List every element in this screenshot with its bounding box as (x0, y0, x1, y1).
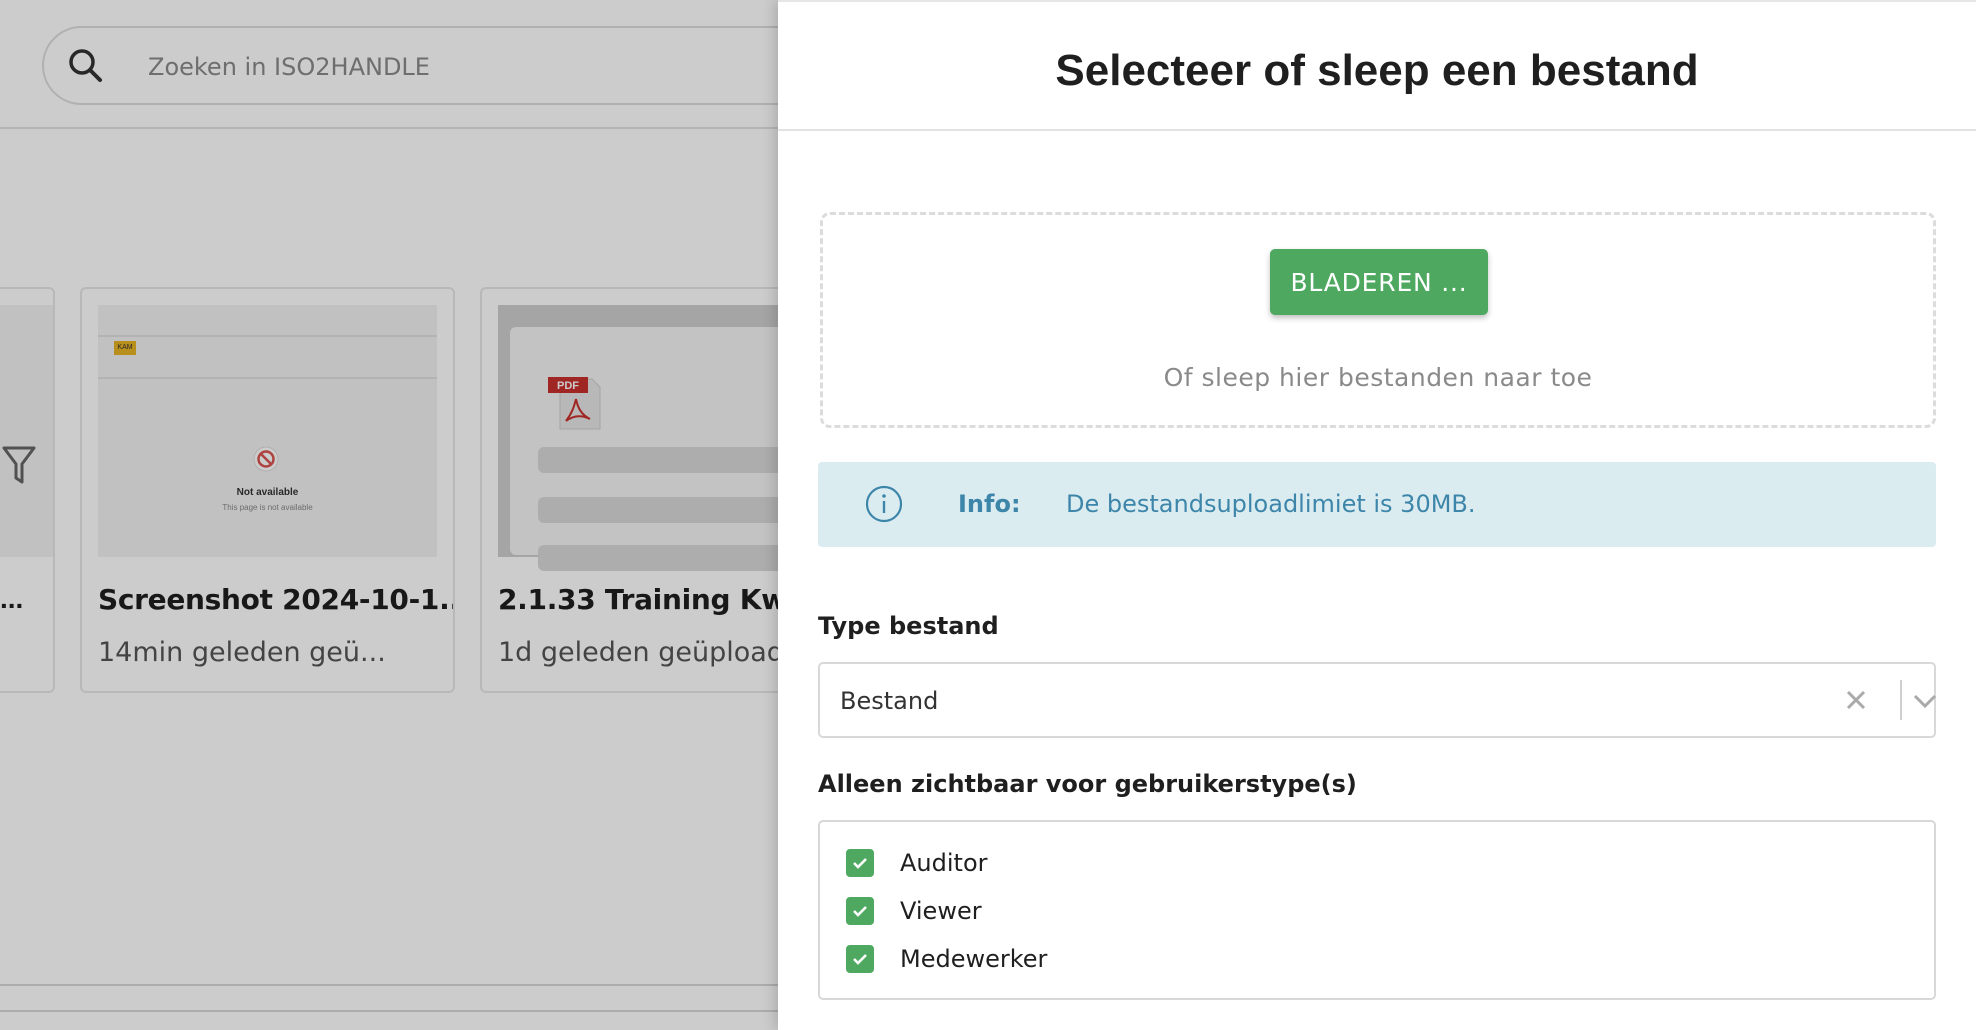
info-text: De bestandsuploadlimiet is 30MB. (1066, 490, 1476, 518)
info-label: Info: (958, 490, 1021, 518)
panel-header: Selecteer of sleep een bestand (778, 0, 1976, 131)
checkbox-checked[interactable] (846, 849, 874, 877)
checkbox-auditor[interactable]: Auditor (846, 848, 988, 878)
user-type-checkboxes: Auditor Viewer Medewerker (818, 820, 1936, 1000)
drop-hint: Of sleep hier bestanden naar toe (1163, 363, 1593, 392)
clear-icon[interactable] (1844, 688, 1868, 712)
check-icon (853, 858, 867, 869)
checkbox-label: Auditor (900, 849, 988, 877)
chevron-down-icon[interactable] (1912, 692, 1938, 710)
checkbox-medewerker[interactable]: Medewerker (846, 944, 1047, 974)
visibility-field-label: Alleen zichtbaar voor gebruikerstype(s) (818, 770, 1357, 798)
upload-panel: Selecteer of sleep een bestand BLADEREN … (778, 0, 1976, 1030)
checkbox-label: Medewerker (900, 945, 1048, 973)
type-select-value: Bestand (840, 687, 939, 715)
checkbox-viewer[interactable]: Viewer (846, 896, 982, 926)
check-icon (853, 954, 867, 965)
checkbox-checked[interactable] (846, 897, 874, 925)
info-alert: Info: De bestandsuploadlimiet is 30MB. (818, 462, 1936, 547)
type-field-label: Type bestand (818, 612, 999, 640)
checkbox-label: Viewer (900, 897, 982, 925)
info-icon (865, 485, 903, 523)
checkbox-checked[interactable] (846, 945, 874, 973)
modal-backdrop[interactable] (0, 0, 780, 1030)
type-select[interactable]: Bestand (818, 662, 1938, 738)
browse-button[interactable]: BLADEREN ... (1270, 249, 1488, 315)
select-separator (1900, 680, 1902, 720)
panel-title: Selecteer of sleep een bestand (1055, 46, 1699, 95)
file-dropzone[interactable]: BLADEREN ... Of sleep hier bestanden naa… (820, 212, 1936, 428)
check-icon (853, 906, 867, 917)
